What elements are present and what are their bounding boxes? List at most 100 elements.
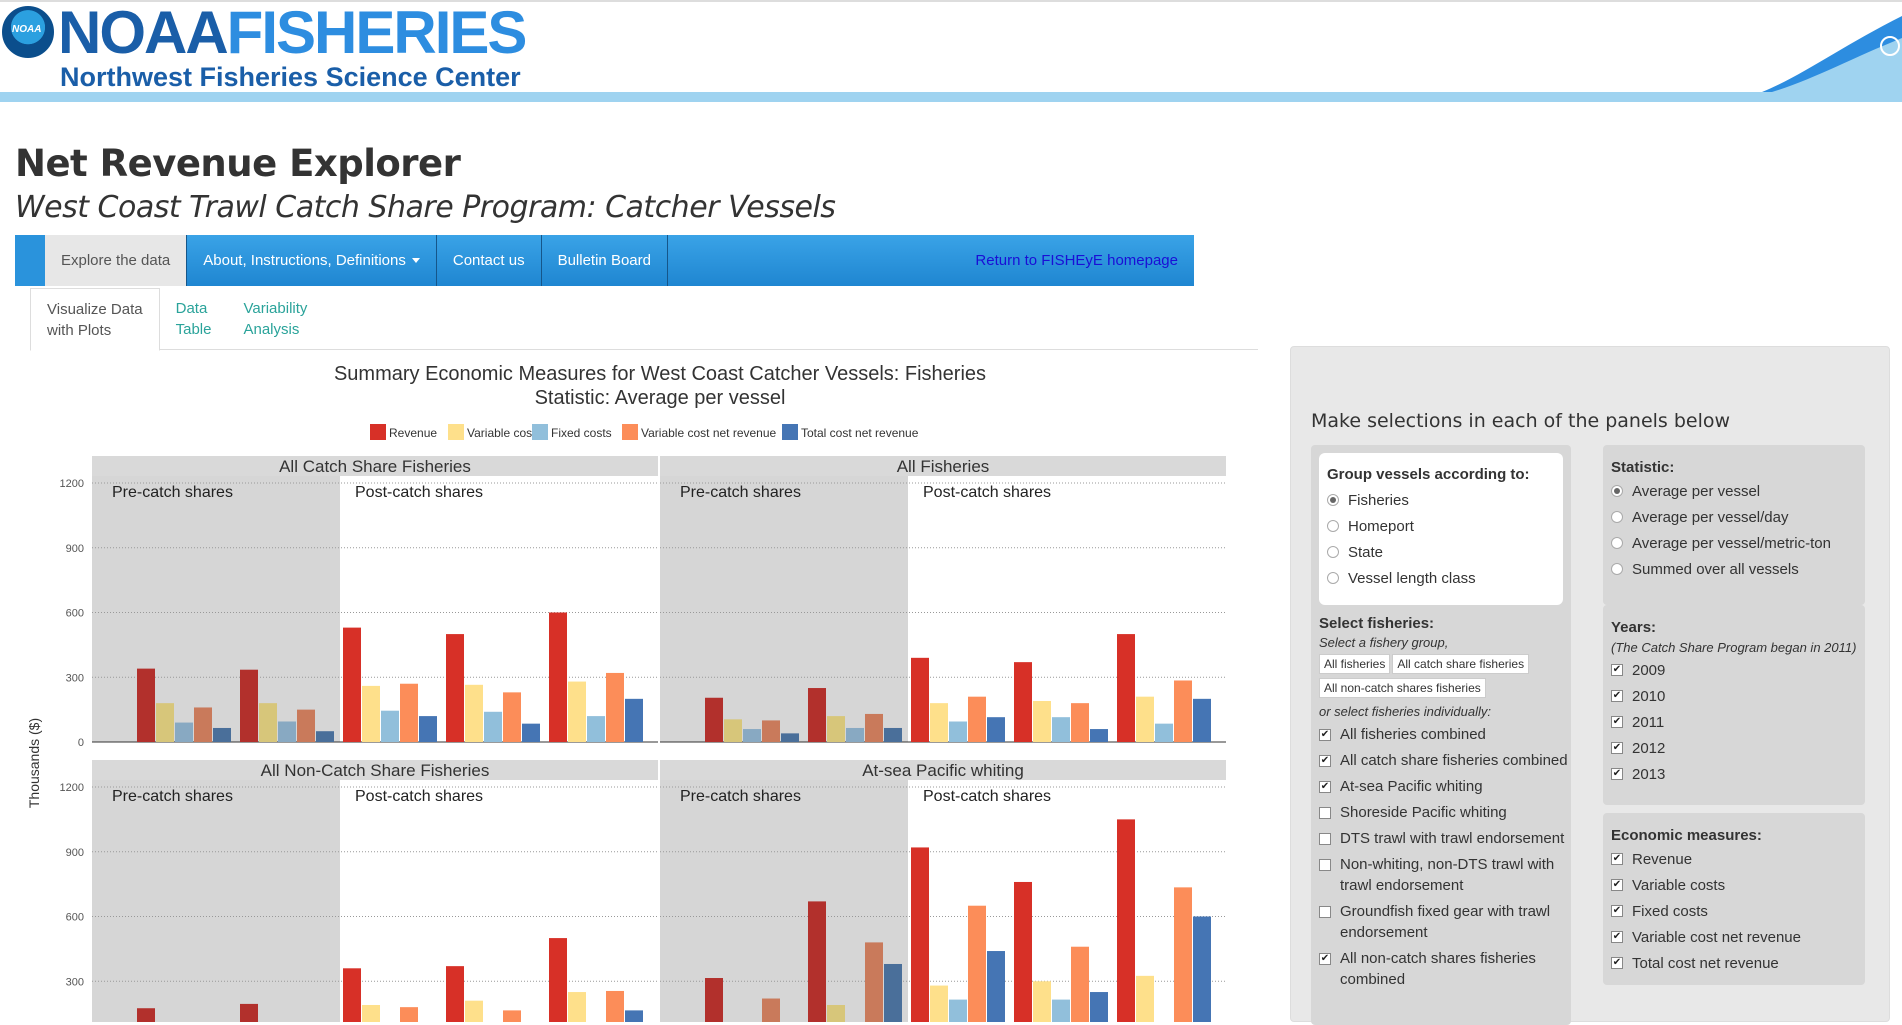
fishery-item-label: At-sea Pacific whiting [1340,778,1483,795]
checkbox[interactable]: ✔ [1611,768,1623,780]
group-option[interactable]: Fisheries [1327,487,1555,513]
checkbox[interactable]: ✔ [1319,953,1331,965]
checkbox[interactable] [1319,807,1331,819]
radio-button[interactable] [1327,520,1339,532]
tab-label-line: Visualize Data [47,301,143,318]
nav-bulletin-board[interactable]: Bulletin Board [542,235,668,286]
checkbox[interactable]: ✔ [1611,905,1623,917]
checkbox[interactable]: ✔ [1611,957,1623,969]
bar [503,692,521,742]
y-tick-label: 1200 [60,782,84,794]
year-item[interactable]: ✔ 2013 [1611,761,1857,787]
measure-item[interactable]: ✔ Variable cost net revenue [1611,924,1857,950]
year-item-label: 2010 [1632,687,1666,705]
fisheries-panel: Group vessels according to: Fisheries Hom… [1311,445,1571,1025]
checkbox[interactable]: ✔ [1611,690,1623,702]
bar [1174,680,1192,742]
bar [587,716,605,742]
radio-button[interactable] [1611,537,1623,549]
checkbox[interactable]: ✔ [1319,729,1331,741]
fishery-item[interactable]: ✔ At-sea Pacific whiting [1319,776,1569,797]
bar [343,968,361,1022]
measure-item-label: Revenue [1632,850,1693,868]
statistic-option[interactable]: Average per vessel/day [1611,504,1857,530]
fishery-item[interactable]: Groundfish fixed gear with trawl endorse… [1319,901,1569,943]
fishery-item[interactable]: DTS trawl with trawl endorsement [1319,828,1569,849]
bar [568,992,586,1022]
radio-button[interactable] [1611,563,1623,575]
year-item[interactable]: ✔ 2009 [1611,657,1857,683]
checkbox[interactable]: ✔ [1611,931,1623,943]
bar [343,627,361,742]
bar [884,963,902,1022]
group-option[interactable]: Homeport [1327,513,1555,539]
tab-variability[interactable]: Variability Analysis [227,288,323,349]
measure-item[interactable]: ✔ Variable costs [1611,872,1857,898]
pre-catch-region [660,476,908,742]
statistic-option[interactable]: Average per vessel [1611,478,1857,504]
group-title: Group vessels according to: [1327,466,1530,483]
measure-item[interactable]: ✔ Fixed costs [1611,898,1857,924]
logo-text: NOAA [12,24,42,35]
fishery-item-label: All fisheries combined [1340,726,1486,743]
radio-button[interactable] [1611,511,1623,523]
bar [465,684,483,742]
nav-contact[interactable]: Contact us [437,235,542,286]
fishery-item[interactable]: ✔ All non-catch shares fisheries combined [1319,948,1569,990]
tab-data-table[interactable]: Data Table [160,288,228,349]
group-option-label: State [1348,543,1384,561]
legend-label: Fixed costs [551,426,612,440]
statistic-option-label: Average per vessel/metric-ton [1632,534,1831,552]
bar [968,905,986,1022]
year-item[interactable]: ✔ 2012 [1611,735,1857,761]
fishery-item[interactable]: ✔ All fisheries combined [1319,724,1569,745]
checkbox[interactable]: ✔ [1611,716,1623,728]
year-item[interactable]: ✔ 2010 [1611,683,1857,709]
measure-item[interactable]: ✔ Revenue [1611,846,1857,872]
measure-item[interactable]: ✔ Total cost net revenue [1611,950,1857,976]
checkbox[interactable]: ✔ [1319,755,1331,767]
group-option[interactable]: Vessel length class [1327,565,1555,591]
legend-swatch [782,424,798,440]
fishery-item[interactable]: Shoreside Pacific whiting [1319,802,1569,823]
measures-title: Economic measures: [1611,827,1762,844]
radio-button[interactable] [1327,546,1339,558]
radio-button[interactable] [1327,572,1339,584]
group-option[interactable]: State [1327,539,1555,565]
bar [625,698,643,742]
checkbox[interactable]: ✔ [1611,879,1623,891]
fishery-item-label: Non-whiting, non-DTS trawl with trawl en… [1340,856,1555,894]
year-item[interactable]: ✔ 2011 [1611,709,1857,735]
noaa-logo[interactable]: NOAA [2,6,54,58]
fishery-item[interactable]: ✔ All catch share fisheries combined [1319,750,1569,771]
checkbox[interactable]: ✔ [1319,781,1331,793]
radio-button[interactable] [1327,494,1339,506]
fishery-group-pill[interactable]: All fisheries [1319,654,1391,674]
bar [606,990,624,1022]
bar [949,999,967,1022]
checkbox[interactable] [1319,833,1331,845]
return-home-link[interactable]: Return to FISHEyE homepage [959,235,1194,286]
checkbox[interactable] [1319,859,1331,871]
bar [549,612,567,742]
years-title: Years: [1611,619,1657,636]
brand-title[interactable]: NOAAFISHERIES [58,2,527,64]
bar [381,710,399,742]
bar [194,707,212,742]
fishery-item-label: All catch share fisheries combined [1340,752,1568,769]
nav-explore-data[interactable]: Explore the data [15,235,188,286]
statistic-option[interactable]: Average per vessel/metric-ton [1611,530,1857,556]
checkbox[interactable] [1319,906,1331,918]
fishery-item[interactable]: Non-whiting, non-DTS trawl with trawl en… [1319,854,1569,896]
checkbox[interactable]: ✔ [1611,742,1623,754]
fishery-group-pill[interactable]: All catch share fisheries [1392,654,1530,674]
fishery-group-pill[interactable]: All non-catch shares fisheries [1319,678,1486,698]
tab-visualize[interactable]: Visualize Data with Plots [30,288,160,351]
checkbox[interactable]: ✔ [1611,664,1623,676]
radio-button[interactable] [1611,485,1623,497]
statistic-option[interactable]: Summed over all vessels [1611,556,1857,582]
nav-about-dropdown[interactable]: About, Instructions, Definitions [187,235,437,286]
checkbox[interactable]: ✔ [1611,853,1623,865]
bar [522,723,540,742]
bar [705,978,723,1022]
